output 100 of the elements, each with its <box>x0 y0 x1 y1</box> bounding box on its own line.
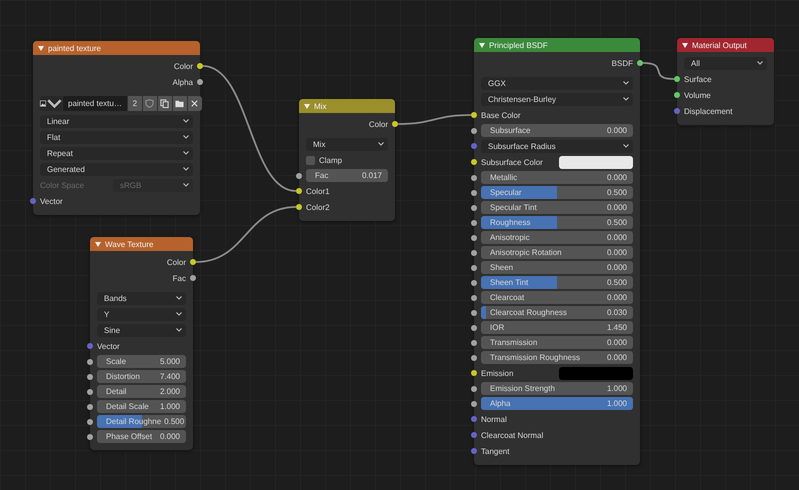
socket-icon[interactable] <box>190 275 196 281</box>
number-field[interactable]: Sheen 0.000 <box>481 261 633 274</box>
node-card[interactable]: Material Output All Surface Volume Displacement <box>677 38 774 125</box>
chevron-icon <box>757 61 763 65</box>
image-browse-button[interactable] <box>40 96 62 111</box>
socket-icon[interactable] <box>471 294 477 300</box>
socket-icon[interactable] <box>471 400 477 406</box>
socket-icon[interactable] <box>197 63 203 69</box>
number-field[interactable]: Phase Offset 0.000 <box>97 430 186 443</box>
node-header[interactable]: Material Output <box>677 38 774 52</box>
dropdown[interactable]: Flat <box>40 130 193 144</box>
number-field[interactable]: Scale 5.000 <box>97 355 186 368</box>
socket-label: Emission <box>481 368 514 378</box>
color-swatch[interactable] <box>559 366 633 380</box>
socket-icon[interactable] <box>674 92 680 98</box>
collapse-arrow-icon[interactable] <box>38 46 44 50</box>
dropdown[interactable]: GGX <box>481 76 633 90</box>
dropdown[interactable]: Mix <box>306 138 388 150</box>
dropdown[interactable]: Y <box>97 308 186 320</box>
number-field[interactable]: Metallic 0.000 <box>481 171 633 184</box>
socket-icon[interactable] <box>87 374 93 380</box>
folder-icon[interactable] <box>172 96 187 111</box>
number-field[interactable]: Fac 0.017 <box>306 169 388 182</box>
collapse-arrow-icon[interactable] <box>682 42 688 48</box>
dropdown[interactable]: Linear <box>40 114 193 128</box>
node-header[interactable]: Mix <box>299 99 395 113</box>
socket-icon[interactable] <box>471 234 477 240</box>
socket-icon[interactable] <box>471 204 477 210</box>
socket-icon[interactable] <box>392 121 398 127</box>
dropdown[interactable]: Generated <box>40 162 193 176</box>
socket-icon[interactable] <box>87 388 93 394</box>
socket-icon[interactable] <box>471 280 477 286</box>
number-field[interactable]: Anisotropic Rotation 0.000 <box>481 246 633 259</box>
node-card[interactable] <box>474 38 640 465</box>
socket-icon[interactable] <box>197 79 203 85</box>
user-count[interactable]: 2 <box>128 96 142 111</box>
node-header[interactable]: Principled BSDF <box>474 38 640 52</box>
chevron-icon <box>183 119 189 123</box>
socket-icon[interactable] <box>471 250 477 256</box>
number-field[interactable]: IOR 1.450 <box>481 321 633 334</box>
number-field[interactable]: Specular Tint 0.000 <box>481 201 633 214</box>
chevron-icon <box>176 312 182 316</box>
node-header[interactable]: Wave Texture <box>90 237 193 251</box>
socket-icon[interactable] <box>471 159 477 165</box>
shield-icon[interactable] <box>142 96 157 111</box>
number-field[interactable]: Distortion 7.400 <box>97 370 186 383</box>
dropdown[interactable]: Sine <box>97 324 186 336</box>
number-field[interactable]: Subsurface 0.000 <box>481 124 633 137</box>
socket-icon[interactable] <box>471 220 477 226</box>
number-field[interactable]: Emission Strength 1.000 <box>481 382 633 395</box>
dropdown[interactable]: Christensen-Burley <box>481 92 633 106</box>
number-field[interactable]: Transmission 0.000 <box>481 336 633 349</box>
dropdown[interactable]: Repeat <box>40 146 193 160</box>
socket-icon[interactable] <box>87 358 93 364</box>
socket-icon[interactable] <box>471 310 477 316</box>
socket-icon[interactable] <box>87 434 93 440</box>
collapse-arrow-icon[interactable] <box>304 104 310 108</box>
socket-icon[interactable] <box>296 172 302 178</box>
color-swatch[interactable] <box>559 156 633 168</box>
dropdown[interactable]: Bands <box>97 292 186 304</box>
node-card[interactable]: Mix Color Mix Clamp Fac 0.017 Color1 Color2 <box>299 99 395 221</box>
socket-icon[interactable] <box>296 188 302 194</box>
socket-icon[interactable] <box>471 174 477 180</box>
socket-icon[interactable] <box>190 259 196 265</box>
socket-icon[interactable] <box>637 60 643 66</box>
socket-icon[interactable] <box>471 324 477 330</box>
number-field[interactable]: Detail 2.000 <box>97 385 186 398</box>
number-field[interactable]: Transmission Roughness 0.000 <box>481 351 633 364</box>
socket-label: Color1 <box>306 186 330 196</box>
checkbox[interactable] <box>306 156 315 164</box>
socket-icon[interactable] <box>471 112 477 118</box>
socket-label: Subsurface Color <box>481 158 544 166</box>
socket-icon[interactable] <box>87 418 93 424</box>
duplicate-icon[interactable] <box>158 96 172 111</box>
socket-icon[interactable] <box>471 340 477 346</box>
collapse-arrow-icon[interactable] <box>95 242 101 246</box>
socket-icon[interactable] <box>471 354 477 360</box>
socket-label: Surface <box>684 74 712 84</box>
number-field[interactable]: Detail Scale 1.000 <box>97 400 186 413</box>
socket-icon[interactable] <box>296 204 302 210</box>
socket-icon[interactable] <box>471 370 477 376</box>
slider-field[interactable]: Clearcoat Roughness 0.030 <box>481 306 633 319</box>
slider-field[interactable]: Alpha 1.000 <box>481 397 633 410</box>
socket-icon[interactable] <box>471 386 477 392</box>
socket-icon[interactable] <box>471 264 477 270</box>
socket-icon[interactable] <box>471 190 477 196</box>
close-icon[interactable] <box>188 96 202 111</box>
socket-icon[interactable] <box>471 128 477 134</box>
number-field[interactable]: Anisotropic 0.000 <box>481 231 633 244</box>
collapse-arrow-icon[interactable] <box>479 42 485 48</box>
number-field[interactable]: Clearcoat 0.000 <box>481 291 633 304</box>
socket-icon[interactable] <box>674 76 680 82</box>
slider-field[interactable]: Roughness 0.500 <box>481 216 633 229</box>
socket-icon[interactable] <box>87 404 93 410</box>
image-name-field[interactable]: painted textu… <box>63 96 127 111</box>
dropdown[interactable]: Subsurface Radius <box>481 140 633 152</box>
node-header[interactable]: painted texture <box>33 41 200 55</box>
slider-field[interactable]: Specular 0.500 <box>481 186 633 199</box>
dropdown[interactable]: All <box>684 56 767 70</box>
slider-field[interactable]: Sheen Tint 0.500 <box>481 276 633 289</box>
